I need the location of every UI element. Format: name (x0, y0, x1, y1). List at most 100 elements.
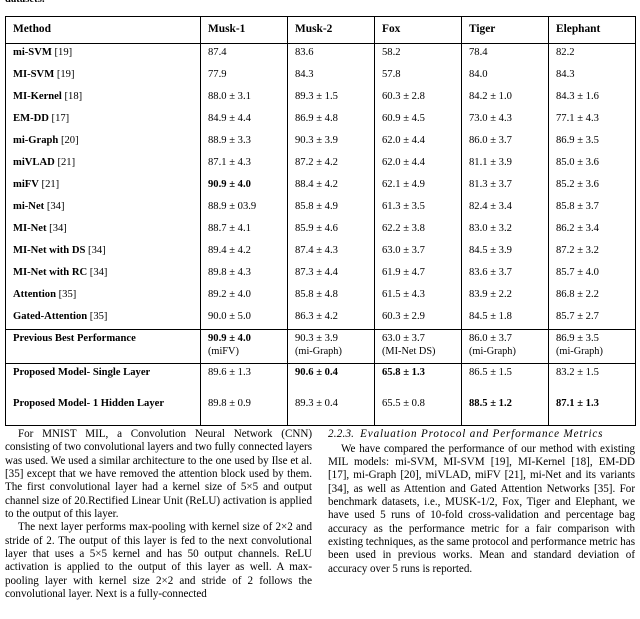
section-heading: 2.2.3. Evaluation Protocol and Performanc… (328, 428, 635, 442)
citation-reference: [34] (46, 222, 67, 234)
table-cell-value: 90.0 ± 5.0 (200, 307, 288, 330)
table-cell-value: 81.1 ± 3.9 (461, 153, 549, 176)
table-cell-value: 85.7 ± 4.0 (548, 263, 636, 286)
table-cell-value: 85.7 ± 2.7 (548, 307, 636, 330)
table-cell-method: Proposed Model- Single Layer (5, 363, 201, 395)
table-cell-value: 85.8 ± 3.7 (548, 197, 636, 220)
citation-reference: [21] (38, 178, 60, 190)
table-cell-value: 87.1 ± 1.3 (548, 394, 636, 426)
table-cell-value: 61.9 ± 4.7 (374, 263, 462, 286)
table-cell-value: 89.3 ± 0.4 (287, 394, 375, 426)
body-text-columns: For MNIST MIL, a Convolution Neural Netw… (5, 428, 635, 619)
section-number: 2.2.3. (328, 428, 355, 440)
table-cell-source-note: (mi-Graph) (295, 345, 342, 357)
table-cell-method: Attention [35] (5, 285, 201, 308)
table-cell-method: Gated-Attention [35] (5, 307, 201, 330)
table-cell-method: MI-Net with DS [34] (5, 241, 201, 264)
table-cell-value: 85.8 ± 4.9 (287, 197, 375, 220)
table-cell-source-note: (mi-Graph) (469, 345, 516, 357)
table-cell-value: 81.3 ± 3.7 (461, 175, 549, 198)
table-cell-value: 90.3 ± 3.9 (mi-Graph) (287, 329, 375, 364)
table-cell-value: 86.9 ± 3.5 (mi-Graph) (548, 329, 636, 364)
table-cell-value: 89.8 ± 4.3 (200, 263, 288, 286)
table-cell-value: 88.9 ± 03.9 (200, 197, 288, 220)
left-paragraph-1: For MNIST MIL, a Convolution Neural Netw… (5, 428, 312, 521)
table-cell-value: 60.3 ± 2.8 (374, 87, 462, 110)
table-row-summary: Proposed Model- 1 Hidden Layer 89.8 ± 0.9… (5, 394, 636, 426)
table-cell-method: miVLAD [21] (5, 153, 201, 176)
table-cell-value: 85.0 ± 3.6 (548, 153, 636, 176)
table-cell-value: 87.4 (200, 43, 288, 66)
table-cell-value: 85.9 ± 4.6 (287, 219, 375, 242)
table-row: MI-Kernel [18] 88.0 ± 3.1 89.3 ± 1.5 60.3 ±… (5, 87, 636, 110)
table-cell-value: 60.3 ± 2.9 (374, 307, 462, 330)
table-cell-method: MI-Net with RC [34] (5, 263, 201, 286)
table-cell-value: 77.1 ± 4.3 (548, 109, 636, 132)
table-cell-method: MI-SVM [19] (5, 65, 201, 88)
table-cell-value: 89.8 ± 0.9 (200, 394, 288, 426)
citation-reference: [21] (54, 156, 76, 168)
table-cell-value: 88.5 ± 1.2 (461, 394, 549, 426)
column-header-method: Method (5, 16, 201, 44)
clipped-caption-text: datasets. (5, 0, 45, 6)
results-comparison-table: Method Musk-1 Musk-2 Fox Tiger Elephant … (5, 16, 636, 426)
table-cell-value: 87.4 ± 4.3 (287, 241, 375, 264)
section-title: Evaluation Protocol and Performance Metr… (360, 428, 604, 440)
table-cell-value: 87.1 ± 4.3 (200, 153, 288, 176)
table-cell-value: 84.3 (548, 65, 636, 88)
table-cell-value: 86.9 ± 3.5 (548, 131, 636, 154)
table-cell-value: 89.3 ± 1.5 (287, 87, 375, 110)
table-row: miFV [21] 90.9 ± 4.0 88.4 ± 4.2 62.1 ± 4.9 8… (5, 175, 636, 198)
table-cell-value: 60.9 ± 4.5 (374, 109, 462, 132)
table-cell-value: 61.3 ± 3.5 (374, 197, 462, 220)
citation-reference: [34] (44, 200, 65, 212)
table-cell-value: 62.0 ± 4.4 (374, 153, 462, 176)
table-cell-value: 83.2 ± 1.5 (548, 363, 636, 395)
table-cell-value: 88.0 ± 3.1 (200, 87, 288, 110)
table-cell-method: MI-Net [34] (5, 219, 201, 242)
table-cell-value: 87.2 ± 3.2 (548, 241, 636, 264)
table-cell-value: 77.9 (200, 65, 288, 88)
citation-reference: [34] (87, 266, 108, 278)
citation-reference: [17] (48, 112, 70, 124)
table-cell-method: Proposed Model- 1 Hidden Layer (5, 394, 201, 426)
column-header-tiger: Tiger (461, 16, 549, 44)
table-cell-value: 87.3 ± 4.4 (287, 263, 375, 286)
table-cell-value: 84.5 ± 1.8 (461, 307, 549, 330)
citation-reference: [35] (87, 310, 108, 322)
table-cell-method: mi-Graph [20] (5, 131, 201, 154)
column-header-musk1: Musk-1 (200, 16, 288, 44)
table-cell-value: 84.3 ± 1.6 (548, 87, 636, 110)
table-cell-method: mi-Net [34] (5, 197, 201, 220)
table-cell-value: 89.4 ± 4.2 (200, 241, 288, 264)
left-paragraph-2: The next layer performs max-pooling with… (5, 521, 312, 601)
table-cell-source-note: (mi-Graph) (556, 345, 603, 357)
table-row: MI-SVM [19] 77.9 84.3 57.8 84.0 84.3 (5, 65, 636, 88)
table-cell-value: 86.2 ± 3.4 (548, 219, 636, 242)
table-row: MI-Net with RC [34] 89.8 ± 4.3 87.3 ± 4.4 6… (5, 263, 636, 286)
table-cell-method: EM-DD [17] (5, 109, 201, 132)
table-cell-value: 84.9 ± 4.4 (200, 109, 288, 132)
table-cell-value: 83.9 ± 2.2 (461, 285, 549, 308)
table-cell-value: 90.9 ± 4.0 (200, 175, 288, 198)
table-cell-method: mi-SVM [19] (5, 43, 201, 66)
table-cell-value: 62.2 ± 3.8 (374, 219, 462, 242)
table-row: Attention [35] 89.2 ± 4.0 85.8 ± 4.8 61.5 ±… (5, 285, 636, 308)
table-cell-value: 89.6 ± 1.3 (200, 363, 288, 395)
table-cell-value: 82.2 (548, 43, 636, 66)
table-cell-value: 86.0 ± 3.7 (461, 131, 549, 154)
column-header-elephant: Elephant (548, 16, 636, 44)
table-cell-value: 65.8 ± 1.3 (374, 363, 462, 395)
table-row: mi-Net [34] 88.9 ± 03.9 85.8 ± 4.9 61.3 ± 3… (5, 197, 636, 220)
right-paragraph-1: We have compared the performance of our … (328, 442, 635, 575)
table-cell-value: 83.6 (287, 43, 375, 66)
table-cell-value: 88.4 ± 4.2 (287, 175, 375, 198)
right-text-column: 2.2.3. Evaluation Protocol and Performanc… (328, 428, 635, 619)
citation-reference: [19] (51, 47, 73, 58)
results-table-container: Method Musk-1 Musk-2 Fox Tiger Elephant … (5, 16, 636, 426)
citation-reference: [35] (55, 288, 77, 300)
table-cell-value: 78.4 (461, 43, 549, 66)
table-header: Method Musk-1 Musk-2 Fox Tiger Elephant (5, 16, 636, 44)
table-cell-value: 83.6 ± 3.7 (461, 263, 549, 286)
table-cell-value: 88.7 ± 4.1 (200, 219, 288, 242)
